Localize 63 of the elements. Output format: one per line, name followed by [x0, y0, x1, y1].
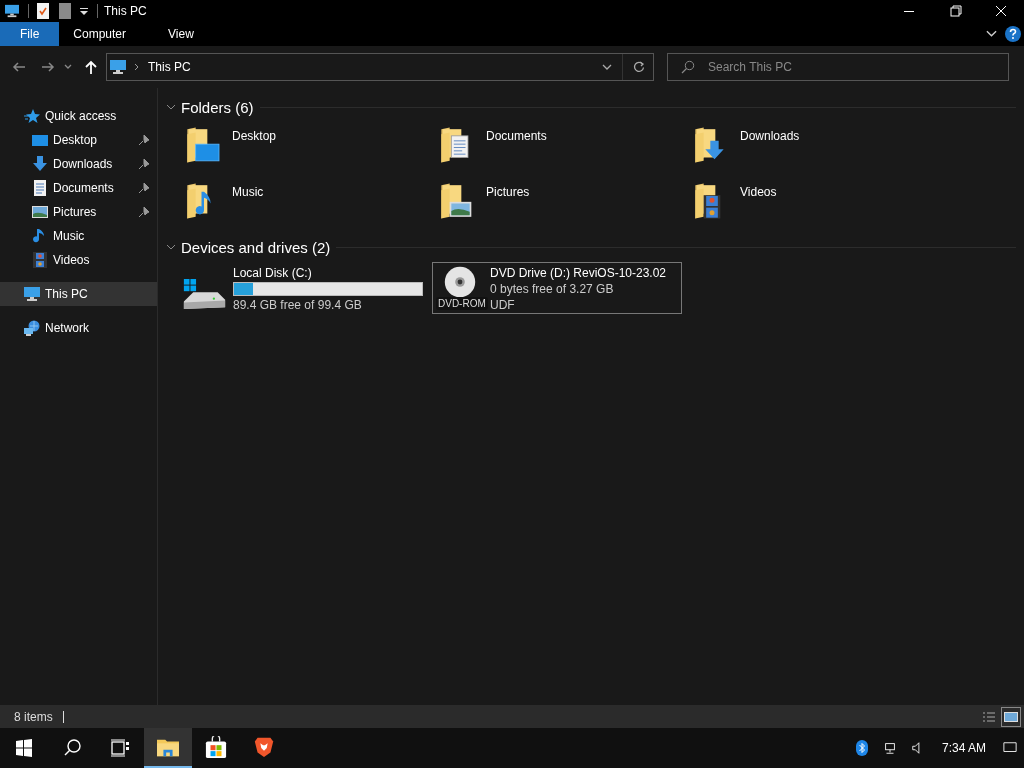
sidebar-item[interactable]: Documents	[0, 176, 157, 200]
folder-item[interactable]: Desktop	[184, 124, 438, 172]
computer-icon	[24, 286, 40, 302]
sidebar-item[interactable]: Network	[0, 316, 157, 340]
customize-dropdown-icon[interactable]	[80, 7, 88, 15]
free-space: 89.4 GB free of 99.4 GB	[233, 298, 363, 312]
ribbon-tab[interactable]: Computer	[59, 22, 141, 46]
computer-icon	[5, 3, 19, 19]
up-button[interactable]	[83, 59, 99, 75]
drive-type-label: DVD-ROM	[436, 297, 488, 310]
computer-icon	[110, 60, 126, 74]
pin-icon[interactable]	[139, 159, 149, 169]
pin-icon[interactable]	[139, 183, 149, 193]
sidebar-item[interactable]: Videos	[0, 248, 157, 272]
address-bar[interactable]: This PC	[106, 53, 654, 81]
folder-item[interactable]: Videos	[692, 180, 946, 228]
refresh-icon[interactable]	[633, 61, 645, 73]
window-title: This PC	[104, 4, 147, 18]
chevron-icon	[134, 63, 139, 71]
expand-ribbon-icon[interactable]	[986, 30, 997, 38]
large-icons-view-button[interactable]	[1002, 707, 1020, 726]
item-count: 8 items	[14, 709, 53, 724]
section-title: Devices and drives (2)	[181, 238, 331, 256]
search-icon	[681, 60, 695, 74]
sidebar-item[interactable]: This PC	[0, 282, 157, 306]
section-title: Folders (6)	[181, 98, 254, 116]
recent-locations-icon[interactable]	[64, 64, 72, 70]
bluetooth-icon[interactable]	[854, 740, 869, 756]
address-path: This PC	[148, 60, 191, 74]
star-icon	[24, 108, 40, 124]
network-icon[interactable]	[882, 740, 897, 756]
drive-name: Local Disk (C:)	[233, 266, 313, 280]
network-icon	[24, 320, 40, 336]
disc-icon	[444, 266, 476, 298]
pin-icon[interactable]	[139, 135, 149, 145]
sidebar-item[interactable]: Pictures	[0, 200, 157, 224]
collapse-icon[interactable]	[166, 244, 176, 250]
properties-icon[interactable]	[36, 3, 50, 19]
file-system: UDF	[490, 298, 516, 312]
clock[interactable]: 7:34 AM	[941, 741, 986, 755]
drive-item[interactable]: DVD-ROM DVD Drive (D:) ReviOS-10-23.02 0 bytes free of 3.27 GB UDF	[432, 262, 682, 314]
folder-item[interactable]: Pictures	[438, 180, 692, 228]
address-dropdown-icon[interactable]	[602, 64, 612, 70]
drive-item[interactable]: Local Disk (C:) 89.4 GB free of 99.4 GB	[178, 262, 428, 314]
ribbon-tab[interactable]: File	[0, 22, 60, 46]
folder-item[interactable]: Downloads	[692, 124, 946, 172]
pin-icon[interactable]	[139, 207, 149, 217]
drive-name: DVD Drive (D:) ReviOS-10-23.02	[490, 266, 668, 280]
sidebar-item[interactable]: Music	[0, 224, 157, 248]
search-field[interactable]: Search This PC	[667, 53, 1009, 81]
taskbar-app[interactable]	[144, 728, 192, 768]
help-icon[interactable]	[1005, 26, 1021, 42]
store-bag-icon	[205, 736, 227, 758]
ribbon-tab[interactable]: View	[154, 22, 208, 46]
lion-shield-icon	[253, 736, 275, 758]
sidebar-item[interactable]: Quick access	[0, 104, 157, 128]
sidebar-item[interactable]: Downloads	[0, 152, 157, 176]
folder-item[interactable]: Documents	[438, 124, 692, 172]
hard-drive-icon	[182, 276, 227, 312]
free-space: 0 bytes free of 3.27 GB	[490, 282, 615, 296]
folder-item[interactable]: Music	[184, 180, 438, 228]
collapse-icon[interactable]	[166, 104, 176, 110]
sidebar-item[interactable]: Desktop	[0, 128, 157, 152]
